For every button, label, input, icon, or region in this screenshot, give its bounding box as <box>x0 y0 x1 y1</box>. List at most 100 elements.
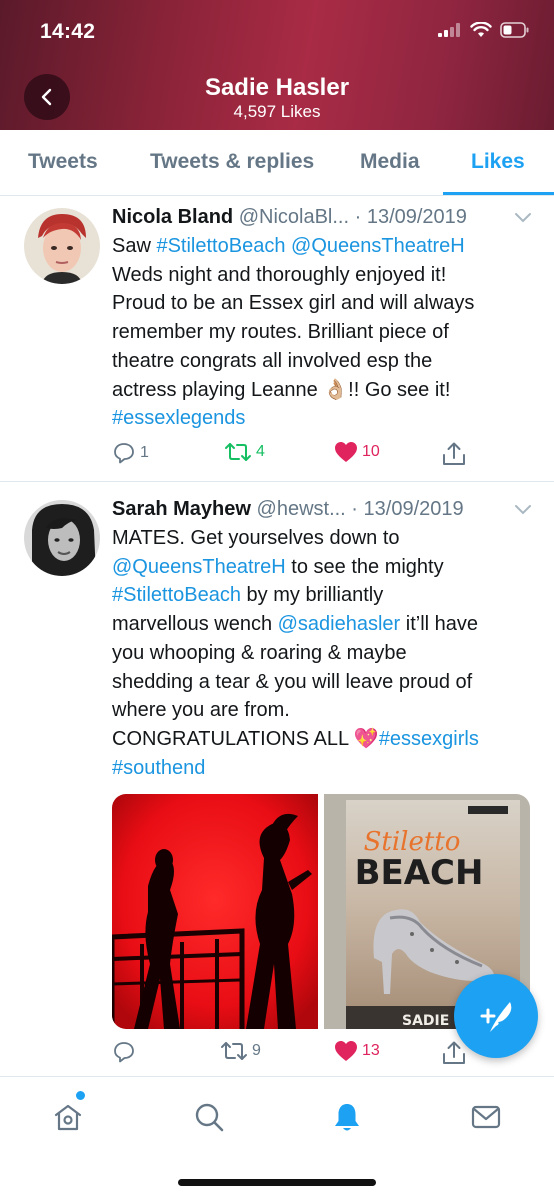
book-title-bottom: BEACH <box>355 853 484 893</box>
tweet-text-segment: by my brilliantly <box>240 584 384 607</box>
status-icons <box>438 22 530 38</box>
wifi-icon <box>470 22 492 37</box>
retweet-button[interactable]: 4 <box>224 441 265 463</box>
heart-icon <box>335 442 357 462</box>
tweet-link[interactable]: @QueensTheatreH <box>291 235 465 257</box>
chevron-down-icon[interactable] <box>514 504 532 516</box>
author-name[interactable]: Sarah Mayhew <box>112 498 251 520</box>
tweet-text-line: #StilettoBeach by my brilliantly <box>112 581 532 610</box>
active-tab-indicator <box>443 192 554 195</box>
tweet-header: Nicola Bland @NicolaBl... · 13/09/2019 <box>112 206 467 229</box>
profile-header: 14:42 Sadie Hasler 4,597 Likes <box>0 0 554 130</box>
nav-home[interactable] <box>48 1097 88 1137</box>
tweet-link[interactable]: @sadiehasler <box>278 613 401 635</box>
tab-tweets-and-replies[interactable]: Tweets & replies <box>150 150 314 174</box>
tweet-link[interactable]: #StilettoBeach <box>112 584 241 606</box>
tweet-text: Saw #StilettoBeach @QueensTheatreH Weds n… <box>112 232 532 433</box>
tweet-text-line: marvellous wench @sadiehasler it’ll have <box>112 610 532 639</box>
tweet-text: MATES. Get yourselves down to @QueensThea… <box>112 524 532 782</box>
avatar[interactable] <box>24 208 100 284</box>
tweet-text-segment: remember my routes. Brilliant piece of <box>112 321 449 344</box>
heart-icon <box>335 1041 357 1061</box>
nav-notifications[interactable] <box>327 1097 367 1137</box>
tweet-text-segment: actress playing Leanne 👌🏼!! Go see it! <box>112 378 451 401</box>
tweet-text-line: actress playing Leanne 👌🏼!! Go see it! <box>112 376 532 405</box>
avatar[interactable] <box>24 500 100 576</box>
home-indicator <box>178 1179 376 1186</box>
reply-button[interactable] <box>112 1040 140 1064</box>
share-button[interactable] <box>442 1040 466 1066</box>
retweet-icon <box>225 443 251 461</box>
tweet-text-segment: Weds night and thoroughly enjoyed it! <box>112 263 447 286</box>
tweet-text-line: Proud to be an Essex girl and will alway… <box>112 289 532 318</box>
tweet-text-line: you whooping & roaring & maybe <box>112 639 532 668</box>
tweet-text-line: Weds night and thoroughly enjoyed it! <box>112 261 532 290</box>
author-handle: @hewst... <box>256 498 346 520</box>
tweet-text-line: theatre congrats all involved esp the <box>112 347 532 376</box>
reply-icon <box>114 443 134 464</box>
tweet-text-line: where you are from. <box>112 696 532 725</box>
tweet-text-line: shedding a tear & you will leave proud o… <box>112 668 532 697</box>
tweet-text-line: CONGRATULATIONS ALL 💖#essexgirls <box>112 725 532 754</box>
signal-icon <box>438 23 460 37</box>
tweet-link[interactable]: #StilettoBeach <box>156 235 285 257</box>
tweet-link[interactable]: #essexlegends <box>112 407 245 429</box>
tweet-text-segment: MATES. Get yourselves down to <box>112 527 400 549</box>
reply-icon <box>114 1042 134 1063</box>
tweet-text-segment: to see the mighty <box>285 555 444 578</box>
compose-tweet-button[interactable] <box>454 974 538 1058</box>
tab-media[interactable]: Media <box>360 150 420 174</box>
home-icon <box>54 1104 82 1131</box>
bottom-navigation <box>0 1076 554 1199</box>
tweet-link[interactable]: #southend <box>112 757 205 779</box>
tweet-header: Sarah Mayhew @hewst... · 13/09/2019 <box>112 498 464 521</box>
tweet-text-segment: CONGRATULATIONS ALL 💖 <box>112 727 379 750</box>
tweet-date: · 13/09/2019 <box>351 498 464 520</box>
retweet-count: 9 <box>252 1042 261 1059</box>
nav-search[interactable] <box>189 1097 229 1137</box>
tweet-text-segment: where you are from. <box>112 699 290 722</box>
new-content-dot <box>76 1091 85 1100</box>
chevron-down-icon[interactable] <box>514 212 532 224</box>
tweet-text-segment: it’ll have <box>400 613 479 636</box>
status-time: 14:42 <box>40 20 96 43</box>
like-count: 10 <box>362 443 380 460</box>
tab-likes[interactable]: Likes <box>471 150 525 174</box>
tweet-link[interactable]: #essexgirls <box>379 728 479 750</box>
tweet-text-line: #essexlegends <box>112 404 532 433</box>
tweet-text-segment: Proud to be an Essex girl and will alway… <box>112 292 475 315</box>
tweet-text-segment: shedding a tear & you will leave proud o… <box>112 670 473 693</box>
retweet-icon <box>221 1042 247 1060</box>
tab-tweets[interactable]: Tweets <box>28 150 98 174</box>
tweet-text-line: #southend <box>112 754 532 783</box>
profile-name: Sadie Hasler <box>204 74 350 101</box>
tweet-text-segment: Saw <box>112 235 157 257</box>
reply-count: 1 <box>140 444 149 461</box>
like-button[interactable]: 10 <box>334 441 380 463</box>
tweet-date: · 13/09/2019 <box>354 206 467 228</box>
share-icon <box>443 1041 465 1064</box>
retweet-button[interactable]: 9 <box>220 1040 261 1062</box>
tweet-text-segment: theatre congrats all involved esp the <box>112 349 433 372</box>
author-handle: @NicolaBl... <box>238 206 350 228</box>
reply-button[interactable]: 1 <box>112 441 149 465</box>
tweet-card[interactable]: Nicola Bland @NicolaBl... · 13/09/2019 S… <box>0 196 554 482</box>
profile-tabs: Tweets Tweets & replies Media Likes <box>0 130 554 196</box>
nav-messages[interactable] <box>466 1097 506 1137</box>
tweet-link[interactable]: @QueensTheatreH <box>112 556 286 578</box>
battery-icon <box>500 22 529 38</box>
status-bar: 14:42 <box>0 0 554 64</box>
tweet-text-line: @QueensTheatreH to see the mighty <box>112 553 532 582</box>
share-icon <box>443 442 465 465</box>
tweet-actions: 1 4 10 <box>112 441 552 469</box>
like-button[interactable]: 13 <box>334 1040 380 1062</box>
tweet-text-segment: marvellous wench <box>112 613 278 636</box>
likes-count: 4,597 Likes <box>233 102 321 121</box>
tweet-text-line: remember my routes. Brilliant piece of <box>112 318 532 347</box>
compose-icon <box>480 1002 512 1032</box>
search-icon <box>195 1103 224 1132</box>
like-count: 13 <box>362 1042 380 1059</box>
share-button[interactable] <box>442 441 466 467</box>
author-name[interactable]: Nicola Bland <box>112 206 233 228</box>
messages-icon <box>471 1105 501 1129</box>
